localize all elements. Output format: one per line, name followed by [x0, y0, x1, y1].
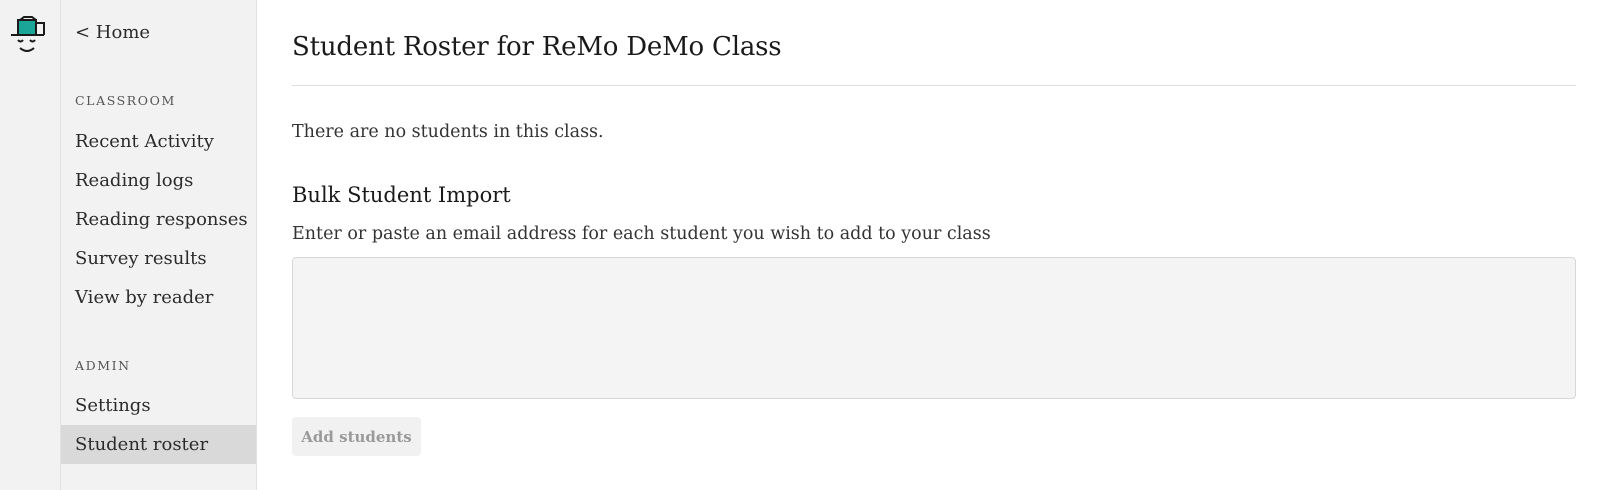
title-divider [292, 85, 1576, 86]
sidebar-item-survey-results[interactable]: Survey results [61, 239, 256, 278]
sidebar-item-reading-responses[interactable]: Reading responses [61, 200, 256, 239]
bulk-import-title: Bulk Student Import [292, 183, 511, 207]
sidebar-item-settings[interactable]: Settings [61, 386, 256, 425]
app-root: < Home CLASSROOM Recent Activity Reading… [0, 0, 1600, 490]
sidebar-item-student-roster[interactable]: Student roster [61, 425, 256, 464]
home-link[interactable]: < Home [75, 22, 150, 43]
bulk-import-instructions: Enter or paste an email address for each… [292, 224, 991, 244]
logo-rail [0, 0, 61, 490]
empty-roster-message: There are no students in this class. [292, 122, 604, 142]
student-emails-textarea[interactable] [292, 257, 1576, 399]
add-students-button[interactable]: Add students [292, 417, 421, 456]
sidebar-section-label-admin: ADMIN [75, 358, 131, 373]
page-title: Student Roster for ReMo DeMo Class [292, 32, 782, 62]
remo-logo-icon[interactable] [8, 15, 48, 57]
sidebar-nav: < Home CLASSROOM Recent Activity Reading… [61, 0, 257, 490]
sidebar-item-view-by-reader[interactable]: View by reader [61, 278, 256, 317]
sidebar-item-reading-logs[interactable]: Reading logs [61, 161, 256, 200]
sidebar-item-recent-activity[interactable]: Recent Activity [61, 122, 256, 161]
sidebar-section-label-classroom: CLASSROOM [75, 93, 176, 108]
